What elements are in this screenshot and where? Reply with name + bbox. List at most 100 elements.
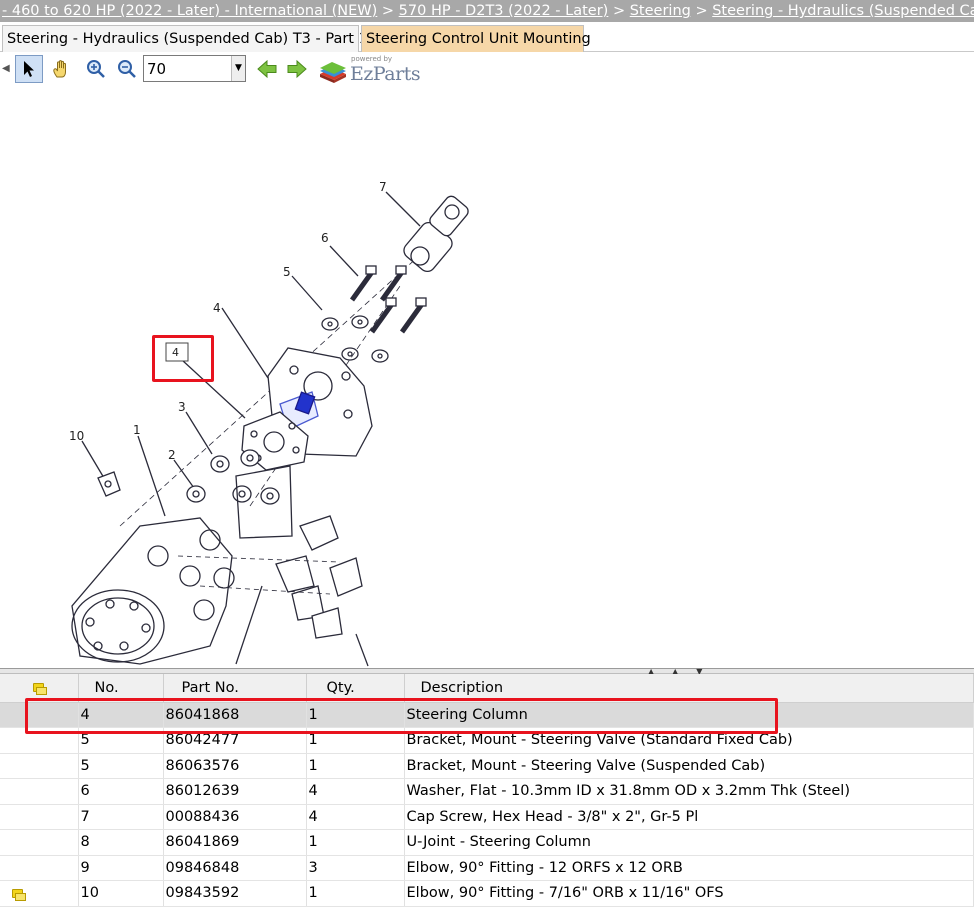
table-header-row: No. Part No. Qty. Description <box>0 674 974 703</box>
table-row[interactable]: 4 86041868 1 Steering Column <box>0 702 974 728</box>
cell-part-no: 86042477 <box>163 727 307 754</box>
leader-line <box>137 435 166 517</box>
leader-line <box>291 275 323 311</box>
brand-name: EzParts <box>350 63 421 85</box>
callout-number[interactable]: 3 <box>178 400 186 414</box>
arrow-left-icon <box>257 59 277 79</box>
row-note-cell[interactable] <box>0 880 79 907</box>
note-icon[interactable] <box>12 888 26 901</box>
note-icon <box>33 683 48 696</box>
callout-number[interactable]: 4 <box>213 301 221 315</box>
chevron-down-icon[interactable]: ▼ <box>231 56 245 81</box>
leader-line <box>81 440 105 479</box>
cap-screws-part <box>349 265 427 334</box>
toolbar: ◀ 70 ▼ powered by EzParts <box>0 53 974 86</box>
zoom-out-icon <box>118 60 136 78</box>
table-row[interactable]: 9 09846848 3 Elbow, 90° Fitting - 12 ORF… <box>0 855 974 881</box>
books-logo-icon <box>320 62 346 83</box>
next-button[interactable] <box>283 55 311 83</box>
leader-line <box>235 585 263 665</box>
cell-description: Washer, Flat - 10.3mm ID x 31.8mm OD x 3… <box>404 778 974 805</box>
tab-steering-control-unit[interactable]: Steering Control Unit Mounting <box>361 25 591 52</box>
column-header-no[interactable]: No. <box>78 674 164 703</box>
column-header-description[interactable]: Description <box>404 674 974 703</box>
table-row[interactable]: 5 86063576 1 Bracket, Mount - Steering V… <box>0 753 974 779</box>
notes-column-header[interactable] <box>0 674 79 703</box>
cell-qty: 1 <box>306 727 405 754</box>
callout-number[interactable]: 4 <box>172 346 179 359</box>
leader-line <box>173 459 195 489</box>
cell-part-no: 09846848 <box>163 855 307 881</box>
elbow-fittings-part <box>275 515 363 639</box>
callout-number[interactable]: 1 <box>133 423 141 437</box>
tab-bar: Steering - Hydraulics (Suspended Cab) T3… <box>0 25 974 52</box>
cell-description: Elbow, 90° Fitting - 12 ORFS x 12 ORB <box>404 855 974 881</box>
cell-no: 10 <box>78 880 164 907</box>
cell-qty: 1 <box>306 829 405 856</box>
cell-part-no: 09843592 <box>163 880 307 907</box>
cell-qty: 4 <box>306 778 405 805</box>
callout-number[interactable]: 5 <box>283 265 291 279</box>
callout-number[interactable]: 10 <box>69 429 84 443</box>
column-header-part-no[interactable]: Part No. <box>163 674 307 703</box>
breadcrumb-model-link[interactable]: - 460 to 620 HP (2022 - Later) - Interna… <box>2 3 377 19</box>
breadcrumb-engine-link[interactable]: 570 HP - D2T3 (2022 - Later) <box>399 3 609 19</box>
cell-no: 5 <box>78 753 164 779</box>
exploded-view-drawing: 7 6 5 4 3 2 1 10 4 <box>69 180 469 667</box>
arrow-right-icon <box>287 59 307 79</box>
select-tool-button[interactable] <box>15 55 43 83</box>
row-note-cell <box>0 855 79 881</box>
breadcrumb-hydraulics-link[interactable]: Steering - Hydraulics (Suspended Cab) <box>712 3 974 19</box>
breadcrumb-steering-link[interactable]: Steering <box>630 3 691 19</box>
cell-description: Cap Screw, Hex Head - 3/8" x 2", Gr-5 Pl <box>404 804 974 830</box>
cell-no: 8 <box>78 829 164 856</box>
leader-line <box>185 411 213 455</box>
cell-description: U-Joint - Steering Column <box>404 829 974 856</box>
table-row[interactable]: 5 86042477 1 Bracket, Mount - Steering V… <box>0 727 974 754</box>
breadcrumb-separator: > <box>695 3 708 19</box>
cell-no: 9 <box>78 855 164 881</box>
toolbar-collapse-icon[interactable]: ◀ <box>2 60 10 78</box>
column-header-qty[interactable]: Qty. <box>306 674 405 703</box>
row-note-cell <box>0 702 79 728</box>
table-row[interactable]: 6 86012639 4 Washer, Flat - 10.3mm ID x … <box>0 778 974 805</box>
tab-hydraulics-part1[interactable]: Steering - Hydraulics (Suspended Cab) T3… <box>2 25 368 52</box>
cell-qty: 4 <box>306 804 405 830</box>
previous-button[interactable] <box>253 55 281 83</box>
ezparts-logo: powered by EzParts <box>318 55 428 85</box>
row-note-cell <box>0 829 79 856</box>
leader-line <box>355 633 369 667</box>
cell-qty: 1 <box>306 753 405 779</box>
table-row[interactable]: 10 09843592 1 Elbow, 90° Fitting - 7/16"… <box>0 880 974 907</box>
cell-part-no: 86012639 <box>163 778 307 805</box>
row-note-cell <box>0 753 79 779</box>
row-note-cell <box>0 778 79 805</box>
cell-description: Bracket, Mount - Steering Valve (Standar… <box>404 727 974 754</box>
ezparts-viewer: - 460 to 620 HP (2022 - Later) - Interna… <box>0 0 974 908</box>
parts-table: No. Part No. Qty. Description 4 86041868… <box>0 674 974 907</box>
cell-part-no: 86041869 <box>163 829 307 856</box>
breadcrumb-separator: > <box>381 3 395 19</box>
cell-part-no: 86041868 <box>163 702 307 728</box>
pan-tool-button[interactable] <box>47 55 75 83</box>
breadcrumb: - 460 to 620 HP (2022 - Later) - Interna… <box>0 0 974 22</box>
zoom-in-button[interactable] <box>82 55 110 83</box>
cell-qty: 3 <box>306 855 405 881</box>
table-row[interactable]: 7 00088436 4 Cap Screw, Hex Head - 3/8" … <box>0 804 974 830</box>
cell-part-no: 00088436 <box>163 804 307 830</box>
cell-qty: 1 <box>306 702 405 728</box>
zoom-level-select[interactable]: 70 ▼ <box>143 55 246 82</box>
callout-number[interactable]: 2 <box>168 448 176 462</box>
hand-icon <box>53 60 66 78</box>
callout-number[interactable]: 6 <box>321 231 329 245</box>
cell-qty: 1 <box>306 880 405 907</box>
cell-no: 6 <box>78 778 164 805</box>
brand-powered-by: powered by <box>351 55 393 63</box>
row-note-cell <box>0 804 79 830</box>
zoom-out-button[interactable] <box>113 55 141 83</box>
callout-number[interactable]: 7 <box>379 180 387 194</box>
cell-description: Bracket, Mount - Steering Valve (Suspend… <box>404 753 974 779</box>
parts-diagram[interactable]: 7 6 5 4 3 2 1 10 4 <box>0 86 974 668</box>
table-row[interactable]: 8 86041869 1 U-Joint - Steering Column <box>0 829 974 856</box>
leader-line <box>181 359 246 419</box>
